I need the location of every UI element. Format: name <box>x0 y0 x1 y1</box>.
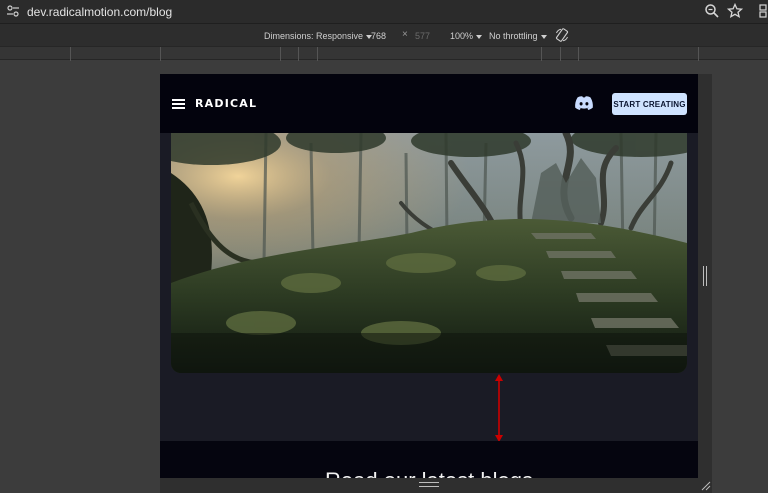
times-separator: × <box>402 29 408 40</box>
start-creating-button[interactable]: START CREATING <box>612 93 687 115</box>
width-input[interactable]: 768 <box>371 31 386 41</box>
caret-down-icon <box>540 34 547 39</box>
menu-icon[interactable] <box>172 99 185 109</box>
ruler-tick <box>578 47 579 61</box>
brand-logo[interactable]: RADICAL <box>195 97 257 110</box>
forest-hillside-image <box>171 133 687 373</box>
ruler-tick <box>298 47 299 61</box>
site-header: RADICAL START CREATING <box>160 74 698 133</box>
throttling-label: No throttling <box>489 31 538 41</box>
site-settings-icon[interactable] <box>6 4 20 18</box>
dimensions-label: Dimensions: Responsive <box>264 31 364 41</box>
more-icon[interactable] <box>757 3 768 19</box>
ruler-tick <box>560 47 561 61</box>
dimensions-select[interactable]: Dimensions: Responsive <box>264 31 373 41</box>
ruler-tick <box>317 47 318 61</box>
ruler-tick <box>70 47 71 61</box>
zoom-icon[interactable] <box>704 3 720 19</box>
ruler-tick <box>541 47 542 61</box>
address-bar: dev.radicalmotion.com/blog <box>0 0 768 24</box>
ruler-tick <box>160 47 161 61</box>
device-viewport: RADICAL START CREATING <box>160 74 698 493</box>
ruler-tick <box>280 47 281 61</box>
star-icon[interactable] <box>727 3 743 19</box>
rotate-icon[interactable] <box>555 28 569 42</box>
height-input[interactable]: 577 <box>415 31 430 41</box>
throttling-select[interactable]: No throttling <box>489 31 547 41</box>
resize-handle-right[interactable] <box>703 266 707 286</box>
zoom-select[interactable]: 100% <box>450 31 483 41</box>
hero-image <box>171 133 687 373</box>
device-toolbar: Dimensions: Responsive 768 × 577 100% No… <box>0 24 768 46</box>
discord-icon[interactable] <box>574 95 594 111</box>
caret-down-icon <box>476 34 483 39</box>
double-arrow-vertical-icon <box>495 374 503 442</box>
media-query-ruler[interactable] <box>0 46 768 61</box>
resize-handle-bottom[interactable] <box>419 482 439 487</box>
resize-corner-icon[interactable] <box>701 481 711 491</box>
url-field[interactable]: dev.radicalmotion.com/blog <box>27 5 172 19</box>
zoom-label: 100% <box>450 31 474 41</box>
ruler-tick <box>698 47 699 61</box>
